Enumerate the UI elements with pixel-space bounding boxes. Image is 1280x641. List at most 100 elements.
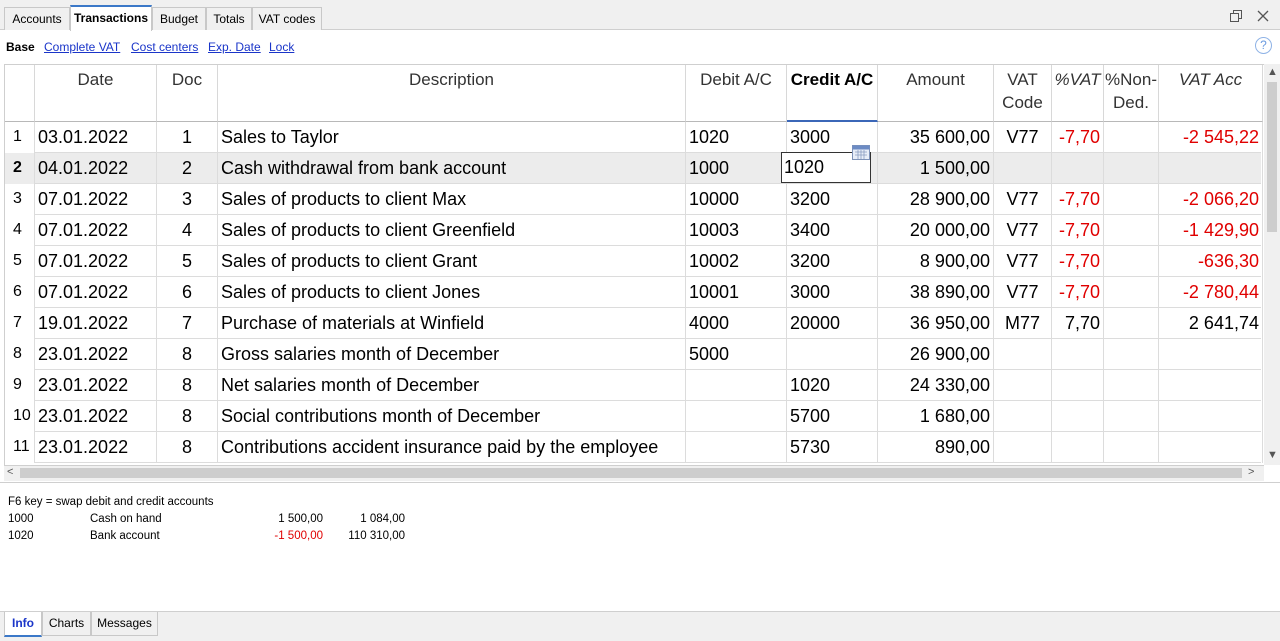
pct-vat-cell[interactable] <box>1052 432 1104 463</box>
date-cell[interactable]: 23.01.2022 <box>35 401 157 432</box>
vat-acc-cell[interactable]: 2 641,74 <box>1159 308 1263 339</box>
vat-code-cell[interactable] <box>994 339 1052 370</box>
debit-cell[interactable] <box>686 432 787 463</box>
view-base[interactable]: Base <box>6 40 35 54</box>
header-debit[interactable]: Debit A/C <box>686 65 787 122</box>
table-row[interactable]: 10 23.01.2022 8 Social contributions month … <box>5 401 1263 432</box>
description-cell[interactable]: Contributions accident insurance paid by… <box>218 432 686 463</box>
debit-cell[interactable]: 10001 <box>686 277 787 308</box>
table-row[interactable]: 6 07.01.2022 6 Sales of products to client … <box>5 277 1263 308</box>
non-ded-cell[interactable] <box>1104 401 1159 432</box>
table-row[interactable]: 9 23.01.2022 8 Net salaries month of Decemb… <box>5 370 1263 401</box>
header-non-ded[interactable]: %Non- Ded. <box>1104 65 1159 122</box>
debit-cell[interactable]: 10002 <box>686 246 787 277</box>
credit-cell[interactable]: 3400 <box>787 215 878 246</box>
header-amount[interactable]: Amount <box>878 65 994 122</box>
vat-code-cell[interactable] <box>994 370 1052 401</box>
table-row[interactable]: 11 23.01.2022 8 Contributions accident insu… <box>5 432 1263 463</box>
vat-code-cell[interactable]: M77 <box>994 308 1052 339</box>
vat-code-cell[interactable]: V77 <box>994 277 1052 308</box>
table-row[interactable]: 7 19.01.2022 7 Purchase of materials at Win… <box>5 308 1263 339</box>
amount-cell[interactable]: 1 500,00 <box>878 153 994 184</box>
pct-vat-cell[interactable] <box>1052 370 1104 401</box>
description-cell[interactable]: Sales of products to client Greenfield <box>218 215 686 246</box>
description-cell[interactable]: Gross salaries month of December <box>218 339 686 370</box>
non-ded-cell[interactable] <box>1104 246 1159 277</box>
tab-totals[interactable]: Totals <box>206 7 252 30</box>
vat-acc-cell[interactable] <box>1159 432 1263 463</box>
vertical-scroll-thumb[interactable] <box>1267 82 1277 232</box>
date-cell[interactable]: 07.01.2022 <box>35 215 157 246</box>
vat-acc-cell[interactable]: -2 066,20 <box>1159 184 1263 215</box>
vat-code-cell[interactable]: V77 <box>994 122 1052 153</box>
credit-cell[interactable]: 3200 <box>787 246 878 277</box>
amount-cell[interactable]: 28 900,00 <box>878 184 994 215</box>
view-complete-vat[interactable]: Complete VAT <box>44 40 120 54</box>
non-ded-cell[interactable] <box>1104 215 1159 246</box>
amount-cell[interactable]: 24 330,00 <box>878 370 994 401</box>
table-row[interactable]: 1 03.01.2022 1 Sales to Taylor 1020 3000 35 60… <box>5 122 1263 153</box>
header-vat-acc[interactable]: VAT Acc <box>1159 65 1263 122</box>
credit-cell[interactable]: 5700 <box>787 401 878 432</box>
doc-cell[interactable]: 3 <box>157 184 218 215</box>
pct-vat-cell[interactable]: 7,70 <box>1052 308 1104 339</box>
calendar-icon[interactable] <box>852 145 870 160</box>
description-cell[interactable]: Sales to Taylor <box>218 122 686 153</box>
pct-vat-cell[interactable]: -7,70 <box>1052 184 1104 215</box>
header-pct-vat[interactable]: %VAT <box>1052 65 1104 122</box>
date-cell[interactable]: 23.01.2022 <box>35 432 157 463</box>
pct-vat-cell[interactable]: -7,70 <box>1052 215 1104 246</box>
non-ded-cell[interactable] <box>1104 184 1159 215</box>
tab-vat-codes[interactable]: VAT codes <box>252 7 322 30</box>
header-vat-code[interactable]: VAT Code <box>994 65 1052 122</box>
amount-cell[interactable]: 36 950,00 <box>878 308 994 339</box>
non-ded-cell[interactable] <box>1104 122 1159 153</box>
amount-cell[interactable]: 890,00 <box>878 432 994 463</box>
date-cell[interactable]: 07.01.2022 <box>35 246 157 277</box>
vat-code-cell[interactable]: V77 <box>994 184 1052 215</box>
doc-cell[interactable]: 2 <box>157 153 218 184</box>
credit-cell[interactable]: 3200 <box>787 184 878 215</box>
scroll-left-icon[interactable]: < <box>7 466 13 478</box>
doc-cell[interactable]: 8 <box>157 370 218 401</box>
vat-code-cell[interactable] <box>994 153 1052 184</box>
view-lock[interactable]: Lock <box>269 40 294 54</box>
table-row[interactable]: 5 07.01.2022 5 Sales of products to client … <box>5 246 1263 277</box>
date-cell[interactable]: 07.01.2022 <box>35 184 157 215</box>
vat-code-cell[interactable]: V77 <box>994 246 1052 277</box>
debit-cell[interactable]: 10000 <box>686 184 787 215</box>
vat-acc-cell[interactable] <box>1159 153 1263 184</box>
vat-acc-cell[interactable] <box>1159 401 1263 432</box>
date-cell[interactable]: 07.01.2022 <box>35 277 157 308</box>
debit-cell[interactable] <box>686 401 787 432</box>
description-cell[interactable]: Cash withdrawal from bank account <box>218 153 686 184</box>
vat-acc-cell[interactable] <box>1159 370 1263 401</box>
description-cell[interactable]: Social contributions month of December <box>218 401 686 432</box>
amount-cell[interactable]: 38 890,00 <box>878 277 994 308</box>
vat-code-cell[interactable]: V77 <box>994 215 1052 246</box>
tab-charts[interactable]: Charts <box>42 612 91 636</box>
header-credit[interactable]: Credit A/C <box>787 65 878 122</box>
credit-cell[interactable]: 20000 <box>787 308 878 339</box>
amount-cell[interactable]: 20 000,00 <box>878 215 994 246</box>
description-cell[interactable]: Net salaries month of December <box>218 370 686 401</box>
credit-cell[interactable]: 1020 <box>787 370 878 401</box>
debit-cell[interactable]: 10003 <box>686 215 787 246</box>
view-exp-date[interactable]: Exp. Date <box>208 40 261 54</box>
non-ded-cell[interactable] <box>1104 277 1159 308</box>
date-cell[interactable]: 19.01.2022 <box>35 308 157 339</box>
non-ded-cell[interactable] <box>1104 339 1159 370</box>
scroll-right-icon[interactable]: > <box>1248 466 1254 478</box>
pct-vat-cell[interactable] <box>1052 401 1104 432</box>
credit-cell[interactable] <box>787 339 878 370</box>
pct-vat-cell[interactable] <box>1052 339 1104 370</box>
tab-info[interactable]: Info <box>4 612 42 637</box>
doc-cell[interactable]: 8 <box>157 339 218 370</box>
description-cell[interactable]: Sales of products to client Jones <box>218 277 686 308</box>
description-cell[interactable]: Sales of products to client Max <box>218 184 686 215</box>
table-row[interactable]: 4 07.01.2022 4 Sales of products to client … <box>5 215 1263 246</box>
credit-cell[interactable]: 3000 <box>787 277 878 308</box>
header-description[interactable]: Description <box>218 65 686 122</box>
non-ded-cell[interactable] <box>1104 153 1159 184</box>
tab-messages[interactable]: Messages <box>91 612 158 636</box>
